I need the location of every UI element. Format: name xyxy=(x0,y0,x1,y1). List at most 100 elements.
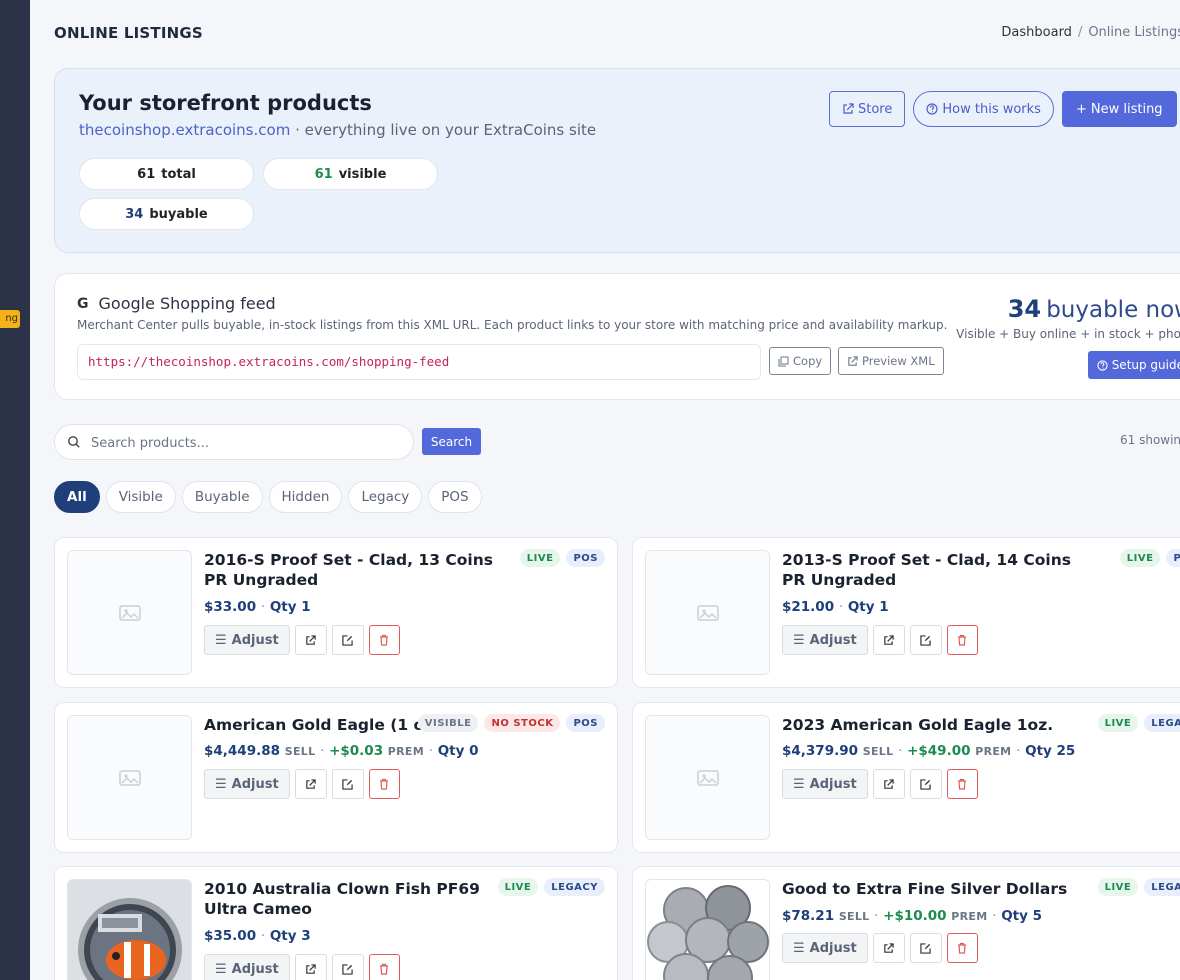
status-badge: POS xyxy=(566,549,605,567)
product-actions: ☰ Adjust xyxy=(782,625,978,655)
product-price-line: $35.00 · Qty 3 xyxy=(204,928,311,944)
open-external-button[interactable] xyxy=(872,933,905,963)
product-actions: ☰ Adjust xyxy=(204,954,400,980)
edit-button[interactable] xyxy=(331,769,364,799)
edit-button[interactable] xyxy=(331,625,364,655)
product-name[interactable]: 2016-S Proof Set - Clad, 13 Coins PR Ung… xyxy=(204,550,509,590)
open-external-button[interactable] xyxy=(294,769,327,799)
google-icon: G xyxy=(77,295,89,312)
tab-all[interactable]: All xyxy=(54,481,100,513)
product-card[interactable]: 2013-S Proof Set - Clad, 14 Coins PR Ung… xyxy=(632,537,1180,688)
search-button[interactable]: Search xyxy=(422,428,481,455)
sliders-icon: ☰ xyxy=(793,940,805,956)
external-link-icon xyxy=(306,634,316,645)
product-image xyxy=(645,879,770,980)
status-badge: LEGACY xyxy=(1144,714,1180,732)
sliders-icon: ☰ xyxy=(793,632,805,648)
chevron-icon[interactable]: › xyxy=(0,485,1,496)
separator: · xyxy=(992,908,997,924)
delete-button[interactable] xyxy=(946,933,978,963)
how-this-works-button[interactable]: How this works xyxy=(913,91,1054,127)
product-card[interactable]: 2023 American Gold Eagle 1oz. LIVE LEGAC… xyxy=(632,702,1180,853)
product-price: $33.00 xyxy=(204,599,257,615)
tab-pos[interactable]: POS xyxy=(428,481,482,513)
external-link-icon xyxy=(884,634,894,645)
chevron-icon[interactable]: › xyxy=(0,160,1,171)
product-price: $4,449.88 xyxy=(204,743,281,759)
tab-legacy[interactable]: Legacy xyxy=(348,481,423,513)
page-header: ONLINE LISTINGS Dashboard / Online Listing… xyxy=(54,24,1180,44)
delete-button[interactable] xyxy=(368,954,400,980)
delete-button[interactable] xyxy=(368,769,400,799)
separator: · xyxy=(428,743,433,759)
breadcrumb-dashboard[interactable]: Dashboard xyxy=(1001,25,1072,40)
product-price: $21.00 xyxy=(782,599,835,615)
product-name[interactable]: Good to Extra Fine Silver Dollars xyxy=(782,879,1087,899)
product-badges: VISIBLE NO STOCK POS xyxy=(417,714,605,732)
sliders-icon: ☰ xyxy=(793,776,805,792)
edit-button[interactable] xyxy=(909,933,942,963)
adjust-button[interactable]: ☰ Adjust xyxy=(204,954,290,980)
product-premium: +$10.00 xyxy=(883,908,947,924)
tab-hidden[interactable]: Hidden xyxy=(268,481,343,513)
delete-button[interactable] xyxy=(946,625,978,655)
edit-icon xyxy=(342,634,353,646)
stat-total-value: 61 xyxy=(137,166,156,182)
sidebar-badge[interactable]: ng xyxy=(0,310,20,328)
feed-url-field[interactable]: https://thecoinshop.extracoins.com/shopp… xyxy=(77,344,761,380)
setup-guide-button[interactable]: Setup guide xyxy=(1087,351,1180,379)
chevron-icon[interactable]: › xyxy=(0,115,1,126)
edit-button[interactable] xyxy=(909,625,942,655)
new-listing-button[interactable]: + New listing xyxy=(1061,91,1177,127)
status-badge: NO STOCK xyxy=(484,714,561,732)
product-card[interactable]: 2016-S Proof Set - Clad, 13 Coins PR Ung… xyxy=(54,537,618,688)
product-name[interactable]: 2023 American Gold Eagle 1oz. xyxy=(782,715,1087,735)
edit-button[interactable] xyxy=(909,769,942,799)
delete-button[interactable] xyxy=(946,769,978,799)
product-name[interactable]: 2010 Australia Clown Fish PF69 Ultra Cam… xyxy=(204,879,509,919)
product-price-line: $4,449.88 SELL · +$0.03 PREM · Qty 0 xyxy=(204,743,479,759)
stat-total-label: total xyxy=(161,166,196,182)
edit-button[interactable] xyxy=(331,954,364,980)
status-badge: LIVE xyxy=(1097,714,1139,732)
edit-icon xyxy=(920,778,931,790)
product-badges: LIVE POS xyxy=(519,549,605,567)
open-external-button[interactable] xyxy=(872,625,905,655)
product-price-line: $33.00 · Qty 1 xyxy=(204,599,311,615)
open-external-button[interactable] xyxy=(294,625,327,655)
store-domain-link[interactable]: thecoinshop.extracoins.com xyxy=(79,121,290,139)
image-placeholder-icon xyxy=(696,769,719,786)
adjust-button[interactable]: ☰ Adjust xyxy=(782,769,868,799)
stat-buyable-value: 34 xyxy=(125,206,144,222)
adjust-button[interactable]: ☰ Adjust xyxy=(204,769,290,799)
tab-buyable[interactable]: Buyable xyxy=(181,481,263,513)
adjust-button[interactable]: ☰ Adjust xyxy=(782,625,868,655)
tab-visible[interactable]: Visible xyxy=(105,481,176,513)
prem-label: PREM xyxy=(387,745,424,758)
prem-label: PREM xyxy=(951,910,988,923)
edit-icon xyxy=(920,942,931,954)
product-card[interactable]: Good to Extra Fine Silver Dollars LIVE L… xyxy=(632,866,1180,980)
separator: · xyxy=(1016,743,1021,759)
product-name[interactable]: 2013-S Proof Set - Clad, 14 Coins PR Ung… xyxy=(782,550,1087,590)
product-card[interactable]: American Gold Eagle (1 oz) VISIBLE NO ST… xyxy=(54,702,618,853)
separator: · xyxy=(838,599,844,615)
product-qty: Qty 1 xyxy=(269,599,311,615)
product-card[interactable]: 2010 Australia Clown Fish PF69 Ultra Cam… xyxy=(54,866,618,980)
store-button[interactable]: Store xyxy=(829,91,906,127)
clown-fish-coin-image xyxy=(68,880,191,980)
product-qty: Qty 25 xyxy=(1025,743,1076,759)
hero-title: Your storefront products xyxy=(79,91,372,115)
product-actions: ☰ Adjust xyxy=(204,625,400,655)
copy-url-button[interactable]: Copy xyxy=(769,347,832,375)
trash-icon xyxy=(958,942,967,954)
image-placeholder-icon xyxy=(118,604,141,621)
search-input[interactable] xyxy=(91,431,401,455)
open-external-button[interactable] xyxy=(294,954,327,980)
delete-button[interactable] xyxy=(368,625,400,655)
preview-xml-button[interactable]: Preview XML xyxy=(838,347,944,375)
separator: · xyxy=(260,599,266,615)
adjust-button[interactable]: ☰ Adjust xyxy=(204,625,290,655)
open-external-button[interactable] xyxy=(872,769,905,799)
adjust-button[interactable]: ☰ Adjust xyxy=(782,933,868,963)
